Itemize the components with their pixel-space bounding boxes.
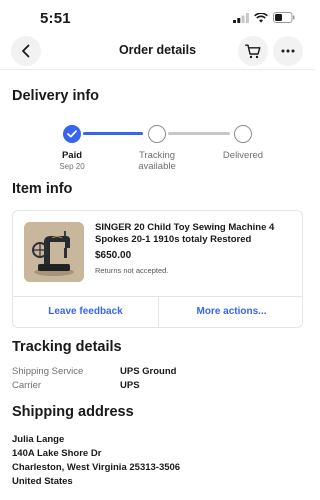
cart-icon xyxy=(245,44,261,58)
address-country: United States xyxy=(12,476,73,487)
tracking-details-heading: Tracking details xyxy=(12,339,122,355)
sewing-machine-image xyxy=(24,222,84,282)
status-icons xyxy=(233,12,295,23)
progress-bar-filled xyxy=(83,132,143,135)
battery-icon xyxy=(273,12,295,23)
status-time: 5:51 xyxy=(40,10,71,27)
step-tracking-label: Tracking available xyxy=(138,150,176,172)
shipping-service-label: Shipping Service xyxy=(12,366,84,377)
more-options-button[interactable] xyxy=(273,36,303,66)
signal-icon xyxy=(233,12,249,23)
step-paid-label: Paid xyxy=(61,150,83,161)
item-card: SINGER 20 Child Toy Sewing Machine 4 Spo… xyxy=(12,210,303,328)
item-info-heading: Item info xyxy=(12,181,73,197)
item-image[interactable] xyxy=(24,222,84,282)
leave-feedback-button[interactable]: Leave feedback xyxy=(13,296,158,327)
nav-bar: Order details xyxy=(0,34,315,70)
step-delivered-dot xyxy=(234,125,252,143)
step-paid-dot xyxy=(63,125,81,143)
cart-button[interactable] xyxy=(238,36,268,66)
address-name: Julia Lange xyxy=(12,434,65,445)
shipping-address-heading: Shipping address xyxy=(12,404,134,420)
checkmark-icon xyxy=(67,130,77,138)
step-paid-date: Sep 20 xyxy=(59,162,85,171)
ellipsis-icon xyxy=(281,49,295,53)
item-price: $650.00 xyxy=(95,250,132,261)
carrier-label: Carrier xyxy=(12,380,42,391)
address-street: 140A Lake Shore Dr xyxy=(12,448,102,459)
delivery-info-heading: Delivery info xyxy=(12,88,100,104)
step-tracking-dot xyxy=(148,125,166,143)
progress-bar-empty xyxy=(168,132,230,135)
step-delivered-label: Delivered xyxy=(222,150,264,161)
address-city-state-zip: Charleston, West Virginia 25313-3506 xyxy=(12,462,181,473)
shipping-service-value: UPS Ground xyxy=(120,366,177,377)
more-actions-button[interactable]: More actions... xyxy=(159,296,304,327)
item-title[interactable]: SINGER 20 Child Toy Sewing Machine 4 Spo… xyxy=(95,222,301,245)
wifi-icon xyxy=(254,12,268,23)
item-returns-policy: Returns not accepted. xyxy=(95,266,169,275)
status-bar: 5:51 xyxy=(0,0,315,34)
delivery-progress: Paid Sep 20 Tracking available Delivered xyxy=(0,124,315,174)
carrier-value: UPS xyxy=(120,380,140,391)
